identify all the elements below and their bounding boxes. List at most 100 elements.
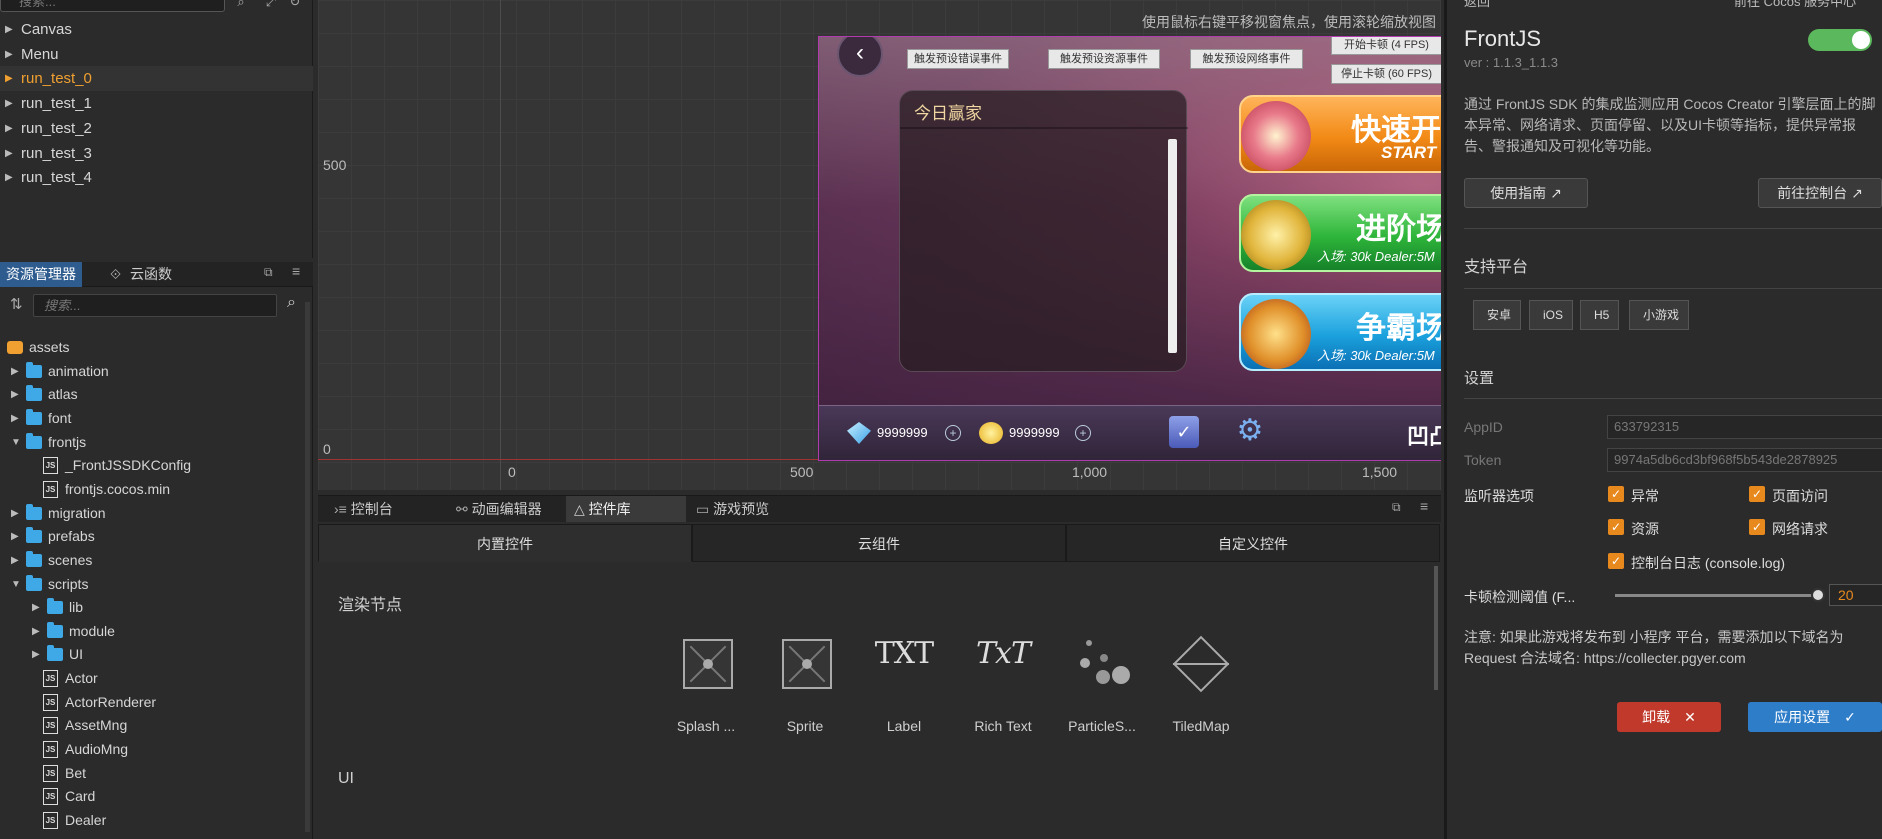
asset-folder[interactable]: ▶ module: [0, 620, 305, 643]
tab-console[interactable]: ›≡ 控制台: [326, 496, 436, 522]
asset-script[interactable]: JS Bet: [0, 762, 305, 785]
hierarchy-node[interactable]: ▶ run_test_2: [0, 116, 313, 141]
hierarchy-node[interactable]: ▶ run_test_0: [0, 66, 313, 92]
asset-script[interactable]: JS Actor: [0, 667, 305, 690]
asset-script[interactable]: JS frontjs.cocos.min: [0, 478, 305, 501]
sort-icon[interactable]: ⇅: [10, 295, 23, 313]
expand-arrow-icon[interactable]: ▶: [5, 165, 13, 190]
asset-folder[interactable]: ▼ scripts: [0, 573, 305, 596]
search-icon[interactable]: ⌕: [287, 294, 296, 312]
asset-folder[interactable]: ▶ migration: [0, 502, 305, 525]
appid-field[interactable]: 633792315: [1607, 415, 1882, 439]
locate-icon[interactable]: ⤢: [262, 0, 280, 10]
asset-script[interactable]: JS ActorRenderer: [0, 691, 305, 714]
hierarchy-node[interactable]: ▶ Canvas: [0, 17, 313, 42]
trigger-network-button[interactable]: 触发预设网络事件: [1190, 49, 1303, 69]
winners-scrollbar[interactable]: [1168, 139, 1177, 353]
expand-arrow-icon[interactable]: ▶: [5, 116, 13, 141]
token-field[interactable]: 9974a5db6cd3bf968f5b543de2878925: [1607, 448, 1882, 472]
asset-folder[interactable]: ▶ font: [0, 407, 305, 430]
add-coins-icon[interactable]: +: [1075, 425, 1091, 441]
menu-icon[interactable]: ≡: [1420, 498, 1428, 514]
game-canvas[interactable]: ‹ ✉ 触发预设错误事件 触发预设资源事件 触发预设网络事件 开始卡顿 (4 F…: [818, 36, 1441, 461]
asset-folder[interactable]: ▶ scenes: [0, 549, 305, 572]
tab-builtin-controls[interactable]: 内置控件: [318, 524, 692, 562]
asset-script[interactable]: JS Dealer: [0, 809, 305, 832]
asset-script[interactable]: JS Card: [0, 785, 305, 808]
popout-icon[interactable]: ⧉: [1392, 500, 1401, 515]
asset-folder[interactable]: ▶ prefabs: [0, 525, 305, 548]
quick-start-button[interactable]: 快速开始 START: [1239, 95, 1441, 173]
guide-button[interactable]: 使用指南 ↗: [1464, 178, 1588, 208]
controls-scrollbar[interactable]: [1434, 566, 1438, 690]
asset-folder[interactable]: ▼ frontjs: [0, 431, 305, 454]
lag-threshold-slider-handle[interactable]: [1811, 588, 1825, 602]
expand-arrow-icon[interactable]: ▼: [11, 573, 21, 596]
expand-arrow-icon[interactable]: ▶: [11, 383, 19, 406]
trigger-error-button[interactable]: 触发预设错误事件: [907, 49, 1009, 69]
checkbox-resource[interactable]: ✓: [1608, 519, 1624, 535]
assets-search-input[interactable]: 搜索...: [33, 294, 277, 317]
console-button[interactable]: 前往控制台 ↗: [1758, 178, 1882, 208]
lag-threshold-input[interactable]: 20: [1829, 584, 1882, 606]
scene-view[interactable]: 使用鼠标右键平移视窗焦点，使用滚轮缩放视图 500 0 0 500 1,000 …: [318, 0, 1441, 490]
tab-control-library[interactable]: △ 控件库: [566, 496, 686, 522]
expand-arrow-icon[interactable]: ▶: [32, 643, 40, 666]
expand-arrow-icon[interactable]: ▶: [11, 502, 19, 525]
asset-root[interactable]: assets: [0, 336, 305, 359]
add-gems-icon[interactable]: +: [945, 425, 961, 441]
widget-particle-system[interactable]: ParticleS...: [1057, 636, 1147, 734]
widget-tiledmap[interactable]: TiledMap: [1156, 635, 1246, 734]
checkbox-page-visit[interactable]: ✓: [1749, 486, 1765, 502]
tab-game-preview[interactable]: ▭ 游戏预览: [688, 496, 808, 522]
uninstall-button[interactable]: 卸载 ✕: [1617, 702, 1721, 732]
hierarchy-node[interactable]: ▶ run_test_4: [0, 165, 313, 190]
widget-sprite[interactable]: Sprite: [760, 636, 850, 734]
refresh-icon[interactable]: ↻: [286, 0, 304, 10]
widget-splash[interactable]: Splash ...: [661, 636, 751, 734]
cocos-service-link[interactable]: 前往 Cocos 服务中心: [1734, 0, 1856, 10]
expand-arrow-icon[interactable]: ▶: [11, 525, 19, 548]
asset-script[interactable]: JS _FrontJSSDKConfig: [0, 454, 305, 477]
hierarchy-node[interactable]: ▶ Menu: [0, 42, 313, 67]
checkbox-console-log[interactable]: ✓: [1608, 553, 1624, 569]
expand-arrow-icon[interactable]: ▶: [11, 549, 19, 572]
expand-arrow-icon[interactable]: ▶: [11, 360, 19, 383]
expand-arrow-icon[interactable]: ▶: [5, 141, 13, 166]
asset-script[interactable]: JS AudioMng: [0, 738, 305, 761]
widget-label[interactable]: TXT Label: [859, 636, 949, 734]
expand-arrow-icon[interactable]: ▶: [5, 42, 13, 67]
expand-arrow-icon[interactable]: ▶: [5, 17, 13, 42]
trigger-resource-button[interactable]: 触发预设资源事件: [1048, 49, 1160, 69]
hierarchy-search-input[interactable]: 搜索...: [0, 0, 225, 12]
popout-icon[interactable]: ⧉: [264, 265, 273, 280]
hierarchy-node[interactable]: ▶ run_test_3: [0, 141, 313, 166]
menu-icon[interactable]: ≡: [292, 263, 300, 279]
asset-folder[interactable]: ▶ atlas: [0, 383, 305, 406]
widget-rich-text[interactable]: TxT Rich Text: [958, 636, 1048, 734]
expand-arrow-icon[interactable]: ▼: [11, 431, 21, 454]
checkbox-exception[interactable]: ✓: [1608, 486, 1624, 502]
asset-folder[interactable]: ▶ UI: [0, 643, 305, 666]
tab-animation-editor[interactable]: ⚯ 动画编辑器: [448, 496, 568, 522]
assets-scrollbar[interactable]: [305, 302, 310, 832]
expand-arrow-icon[interactable]: ▶: [32, 620, 40, 643]
expand-arrow-icon[interactable]: ▶: [5, 66, 13, 91]
enable-toggle[interactable]: [1808, 29, 1872, 51]
back-link[interactable]: 返回: [1464, 0, 1490, 10]
tab-cloud-functions[interactable]: ⟐ 云函数: [104, 262, 178, 287]
advanced-room-button[interactable]: 进阶场 入场: 30k Dealer:5M: [1239, 194, 1441, 272]
tasks-icon[interactable]: ✓: [1169, 416, 1199, 448]
checkbox-network[interactable]: ✓: [1749, 519, 1765, 535]
expand-arrow-icon[interactable]: ▶: [5, 91, 13, 116]
hierarchy-node[interactable]: ▶ run_test_1: [0, 91, 313, 116]
champion-room-button[interactable]: 争霸场 入场: 30k Dealer:5M: [1239, 293, 1441, 371]
tab-asset-manager[interactable]: 资源管理器: [0, 262, 82, 287]
stop-lag-button[interactable]: 停止卡顿 (60 FPS): [1331, 64, 1441, 84]
tab-cloud-components[interactable]: 云组件: [692, 524, 1066, 562]
tab-custom-controls[interactable]: 自定义控件: [1066, 524, 1440, 562]
start-lag-button[interactable]: 开始卡顿 (4 FPS): [1331, 37, 1441, 55]
search-icon[interactable]: ⌕: [232, 0, 250, 10]
asset-folder[interactable]: ▶ animation: [0, 360, 305, 383]
lag-threshold-slider[interactable]: [1615, 594, 1820, 597]
